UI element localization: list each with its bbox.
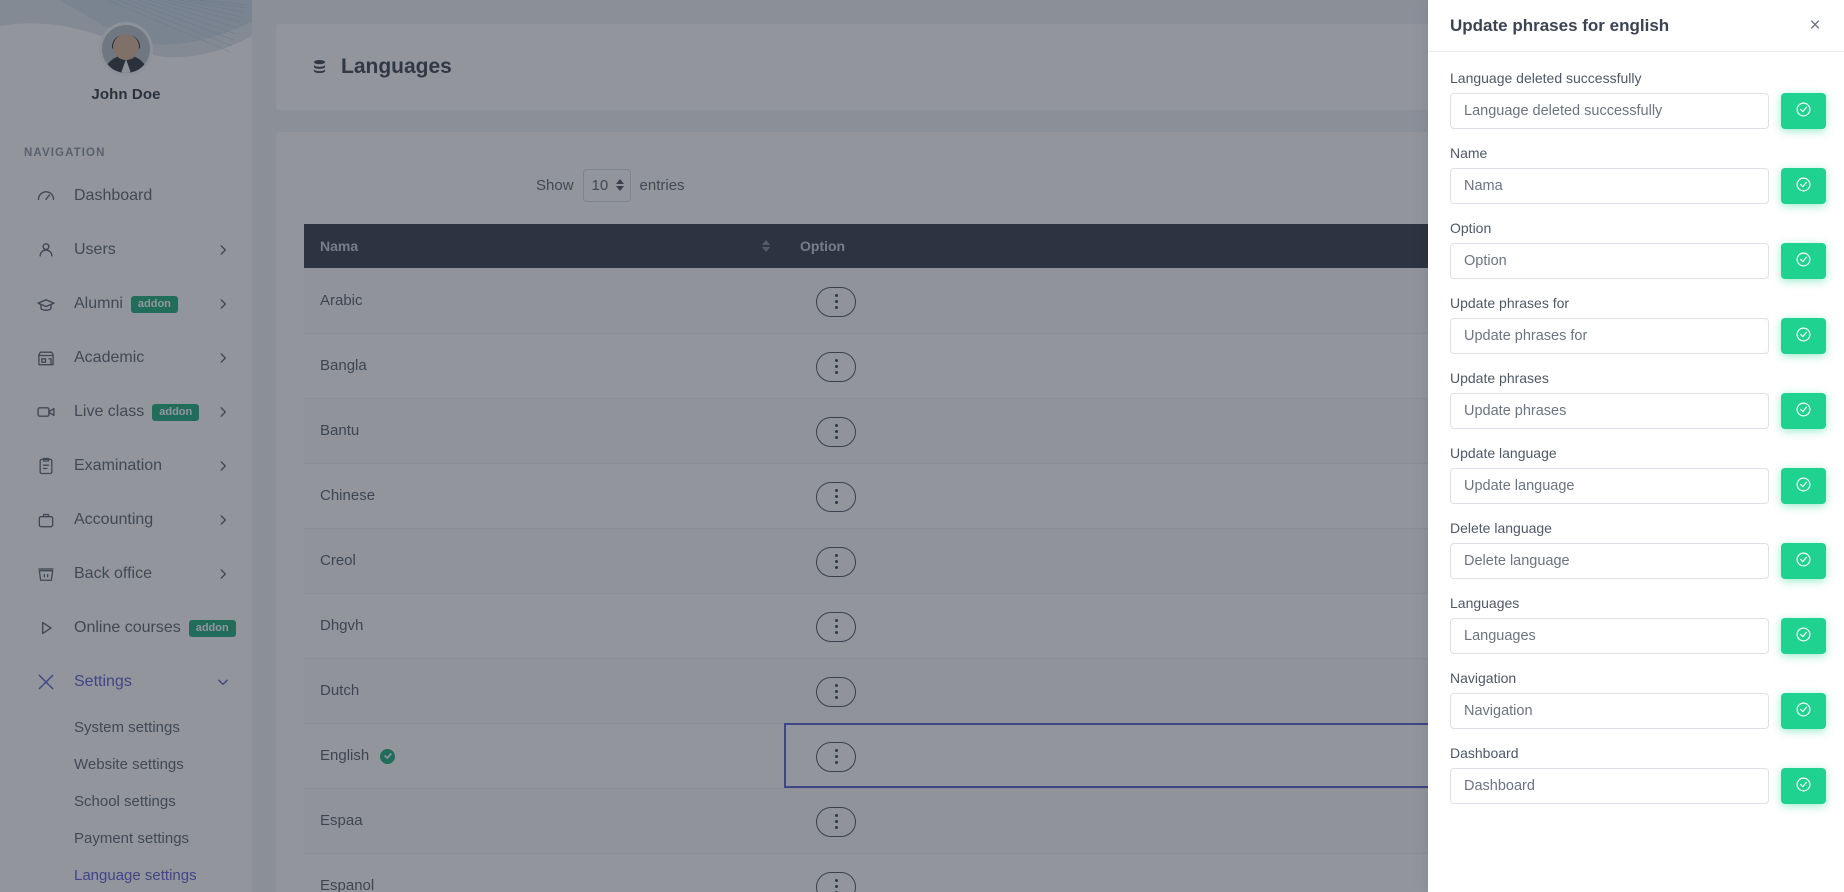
phrase-field-label: Name <box>1450 145 1488 161</box>
phrase-field-group: Navigation <box>1450 670 1826 729</box>
phrase-field-label: Delete language <box>1450 520 1552 536</box>
app-root: John Doe NAVIGATION Dashboard Users <box>0 0 1844 892</box>
check-circle-icon <box>1795 326 1812 346</box>
check-circle-icon <box>1795 551 1812 571</box>
phrase-field-label: Dashboard <box>1450 745 1519 761</box>
phrase-field-label: Update phrases <box>1450 370 1549 386</box>
phrase-field-label: Update phrases for <box>1450 295 1570 311</box>
phrase-input[interactable] <box>1450 243 1769 279</box>
close-icon[interactable]: × <box>1802 13 1828 39</box>
check-circle-icon <box>1795 176 1812 196</box>
check-circle-icon <box>1795 251 1812 271</box>
apply-phrase-button[interactable] <box>1781 468 1826 504</box>
phrase-input[interactable] <box>1450 318 1769 354</box>
phrase-field-group: Option <box>1450 220 1826 279</box>
apply-phrase-button[interactable] <box>1781 243 1826 279</box>
phrase-input[interactable] <box>1450 468 1769 504</box>
check-circle-icon <box>1795 476 1812 496</box>
apply-phrase-button[interactable] <box>1781 543 1826 579</box>
phrase-field-group: Name <box>1450 145 1826 204</box>
phrase-field-label: Update language <box>1450 445 1557 461</box>
phrase-field-label: Option <box>1450 220 1492 236</box>
check-circle-icon <box>1795 776 1812 796</box>
apply-phrase-button[interactable] <box>1781 618 1826 654</box>
apply-phrase-button[interactable] <box>1781 768 1826 804</box>
phrase-input[interactable] <box>1450 393 1769 429</box>
apply-phrase-button[interactable] <box>1781 318 1826 354</box>
drawer-header: Update phrases for english × <box>1428 0 1844 52</box>
phrase-field-group: Update phrases for <box>1450 295 1826 354</box>
check-circle-icon <box>1795 401 1812 421</box>
phrase-input[interactable] <box>1450 693 1769 729</box>
drawer-title: Update phrases for english <box>1450 15 1670 35</box>
check-circle-icon <box>1795 626 1812 646</box>
drawer-body[interactable]: Language deleted successfully Name <box>1428 52 1844 892</box>
phrase-field-label: Language deleted successfully <box>1450 70 1642 86</box>
update-phrases-drawer: Update phrases for english × Language de… <box>1428 0 1844 892</box>
phrase-input[interactable] <box>1450 618 1769 654</box>
check-circle-icon <box>1795 101 1812 121</box>
phrase-input[interactable] <box>1450 93 1769 129</box>
phrase-field-group: Update language <box>1450 445 1826 504</box>
phrase-input[interactable] <box>1450 768 1769 804</box>
phrase-input[interactable] <box>1450 543 1769 579</box>
phrase-input[interactable] <box>1450 168 1769 204</box>
phrase-field-group: Languages <box>1450 595 1826 654</box>
apply-phrase-button[interactable] <box>1781 693 1826 729</box>
phrase-field-label: Navigation <box>1450 670 1517 686</box>
phrase-field-group: Update phrases <box>1450 370 1826 429</box>
phrase-field-group: Language deleted successfully <box>1450 70 1826 129</box>
apply-phrase-button[interactable] <box>1781 168 1826 204</box>
phrase-field-group: Dashboard <box>1450 745 1826 804</box>
apply-phrase-button[interactable] <box>1781 393 1826 429</box>
check-circle-icon <box>1795 701 1812 721</box>
phrase-field-label: Languages <box>1450 595 1520 611</box>
apply-phrase-button[interactable] <box>1781 93 1826 129</box>
phrase-field-group: Delete language <box>1450 520 1826 579</box>
